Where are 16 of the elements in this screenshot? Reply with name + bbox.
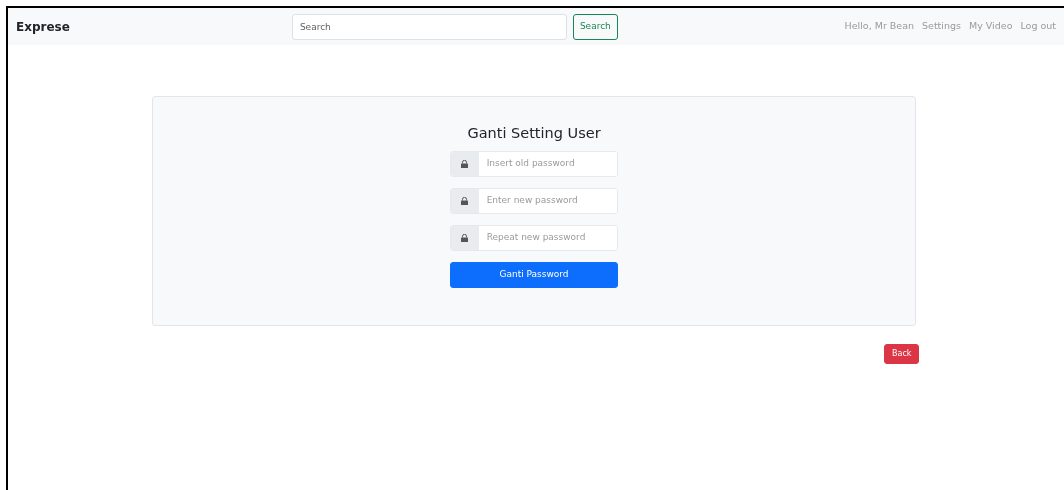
nav-link[interactable]: My Video — [969, 19, 1013, 34]
lock-icon — [461, 233, 469, 242]
search-field[interactable]: Search — [291, 13, 567, 40]
nav-link[interactable]: Hello, Mr Bean — [844, 19, 914, 34]
back-button[interactable]: Back — [884, 344, 920, 364]
form-title: Ganti Setting User — [467, 124, 601, 143]
password-field[interactable]: Insert old password — [450, 150, 618, 177]
change-password-button[interactable]: Ganti Password — [450, 261, 618, 288]
password-field[interactable]: Enter new password — [450, 187, 618, 214]
nav-link[interactable]: Log out — [1020, 19, 1056, 34]
password-field[interactable]: Repeat new password — [450, 224, 618, 251]
nav-link[interactable]: Settings — [922, 19, 961, 34]
lock-icon — [461, 196, 469, 205]
lock-icon — [461, 159, 469, 168]
brand-link[interactable]: Exprese — [16, 17, 70, 36]
search-button[interactable]: Search — [572, 13, 618, 40]
